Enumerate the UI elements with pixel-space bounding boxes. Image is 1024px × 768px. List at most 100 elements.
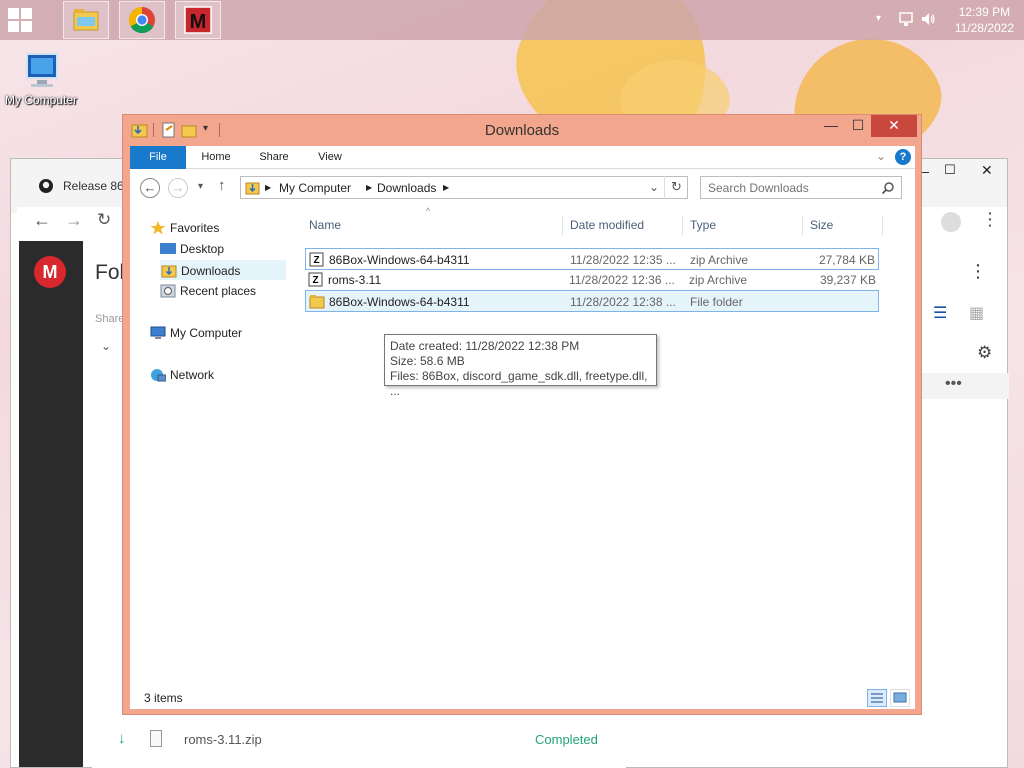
file-row[interactable]: Z roms-3.11 11/28/2022 12:36 ... zip Arc… (305, 269, 879, 291)
tab-file[interactable]: File (130, 146, 186, 169)
list-view-icon[interactable]: ☰ (933, 303, 947, 323)
recent-locations-icon[interactable]: ▾ (198, 181, 203, 192)
help-icon[interactable]: ? (895, 149, 911, 165)
breadcrumb-my-computer[interactable]: My Computer (279, 181, 351, 195)
close-button[interactable]: ✕ (871, 115, 917, 137)
file-date: 11/28/2022 12:38 ... (570, 295, 676, 309)
file-name: 86Box-Windows-64-b4311 (329, 253, 470, 267)
app-taskbar-button[interactable]: M (175, 1, 221, 39)
nav-favorites-label: Favorites (170, 221, 220, 235)
network-icon[interactable] (898, 11, 914, 27)
explorer-window[interactable]: ▾ Downloads — ☐ ✕ File Home Share View ⌄… (122, 114, 922, 715)
back-arrow-icon[interactable]: ← (33, 210, 51, 231)
navigation-pane: Favorites Desktop Downloads Recent place… (130, 208, 290, 678)
column-size[interactable]: Size (810, 218, 833, 232)
nav-downloads[interactable]: Downloads (160, 260, 286, 280)
chevron-up-icon[interactable]: ▾ (876, 13, 881, 24)
breadcrumb-downloads[interactable]: Downloads (377, 181, 436, 195)
forward-button[interactable]: → (168, 178, 188, 198)
page-menu-icon[interactable]: ⋮ (969, 261, 987, 282)
breadcrumb-separator[interactable]: ▶ (265, 183, 271, 192)
details-view-button[interactable] (867, 689, 887, 707)
tooltip-files: Files: 86Box, discord_game_sdk.dll, free… (390, 369, 648, 398)
file-name: roms-3.11 (328, 273, 382, 287)
large-icons-view-button[interactable] (890, 689, 910, 707)
nav-downloads-label: Downloads (181, 264, 241, 278)
nav-desktop[interactable]: Desktop (160, 239, 286, 259)
back-button[interactable]: ← (140, 178, 160, 198)
explorer-client-area: File Home Share View ⌄ ? ← → ▾ ↑ ▶ My Co… (130, 146, 915, 709)
nav-network[interactable]: Network (150, 365, 290, 385)
more-options-icon[interactable]: ••• (945, 375, 962, 393)
tab-home[interactable]: Home (196, 146, 236, 169)
file-type: File folder (690, 295, 743, 309)
reload-icon[interactable]: ↻ (97, 210, 111, 230)
file-row[interactable]: 86Box-Windows-64-b4311 11/28/2022 12:38 … (305, 290, 879, 312)
zip-file-icon (150, 730, 162, 747)
file-type: zip Archive (689, 273, 748, 287)
clock[interactable]: 12:39 PM 11/28/2022 (955, 4, 1014, 36)
chevron-down-icon[interactable]: ⌄ (101, 339, 111, 353)
column-date-modified[interactable]: Date modified (570, 218, 644, 232)
explorer-title: Downloads (484, 122, 560, 139)
chrome-taskbar-button[interactable] (119, 1, 165, 39)
breadcrumb-separator[interactable]: ▶ (443, 183, 449, 192)
address-bar[interactable]: ▶ My Computer ▶ Downloads ▶ ⌄ (240, 176, 688, 199)
profile-avatar-icon[interactable] (941, 212, 961, 232)
file-list: ^ Name Date modified Type Size Z 86Box-W… (298, 206, 915, 678)
share-label: Share (95, 313, 125, 325)
mega-logo-icon[interactable]: M (34, 256, 66, 288)
nav-my-computer-label: My Computer (170, 326, 243, 340)
up-arrow-icon[interactable]: ↑ (218, 177, 226, 194)
sort-indicator-icon: ^ (426, 206, 431, 216)
nav-network-label: Network (170, 368, 215, 382)
svg-text:Z: Z (312, 275, 318, 286)
desktop-icon-my-computer[interactable]: My Computer (2, 50, 80, 107)
address-dropdown-icon[interactable]: ⌄ (649, 180, 659, 194)
search-box[interactable] (700, 176, 902, 199)
desktop-icon-label: My Computer (4, 93, 78, 107)
column-separator[interactable] (802, 216, 803, 236)
file-size: 27,784 KB (818, 253, 875, 267)
browser-menu-icon[interactable]: ⋮ (981, 209, 999, 230)
column-separator[interactable] (682, 216, 683, 236)
file-row[interactable]: Z 86Box-Windows-64-b4311 11/28/2022 12:3… (305, 248, 879, 270)
nav-my-computer[interactable]: My Computer (150, 323, 290, 343)
column-name[interactable]: Name (309, 218, 341, 232)
column-separator[interactable] (562, 216, 563, 236)
file-date: 11/28/2022 12:36 ... (569, 273, 675, 287)
folder-icon (309, 295, 325, 309)
volume-icon[interactable] (920, 11, 936, 27)
start-button[interactable] (8, 8, 32, 32)
minimize-button[interactable]: — (816, 115, 846, 137)
svg-text:Z: Z (313, 255, 319, 266)
mega-sidebar: M (19, 241, 83, 767)
search-input[interactable] (701, 177, 873, 198)
browser-close-button[interactable]: ✕ (981, 162, 993, 179)
page-heading: Fol (95, 261, 125, 284)
maximize-button[interactable]: ☐ (843, 115, 873, 137)
zip-archive-icon: Z (308, 272, 323, 287)
ribbon-expand-icon[interactable]: ⌄ (876, 149, 886, 163)
grid-view-icon[interactable]: ▦ (969, 303, 984, 323)
tab-view[interactable]: View (312, 146, 348, 169)
search-icon (881, 182, 894, 195)
downloads-icon (161, 265, 177, 278)
nav-recent-places[interactable]: Recent places (160, 281, 286, 301)
browser-maximize-button[interactable]: ☐ (944, 162, 956, 178)
nav-favorites[interactable]: Favorites (150, 218, 290, 238)
forward-arrow-icon[interactable]: → (65, 210, 83, 231)
refresh-button[interactable]: ↻ (664, 176, 688, 199)
explorer-titlebar[interactable]: ▾ Downloads — ☐ ✕ (123, 115, 921, 145)
address-row: ← → ▾ ↑ ▶ My Computer ▶ Downloads ▶ ⌄ ↻ (130, 170, 915, 206)
breadcrumb-separator[interactable]: ▶ (366, 183, 372, 192)
tab-share[interactable]: Share (254, 146, 294, 169)
download-item[interactable]: ↓ roms-3.11.zip Completed (92, 716, 626, 768)
folder-tooltip: Date created: 11/28/2022 12:38 PM Size: … (384, 334, 657, 398)
nav-recent-label: Recent places (180, 284, 257, 298)
file-name: 86Box-Windows-64-b4311 (329, 295, 470, 309)
file-explorer-taskbar-button[interactable] (63, 1, 109, 39)
settings-gear-icon[interactable]: ⚙ (977, 343, 992, 363)
column-type[interactable]: Type (690, 218, 716, 232)
column-separator[interactable] (882, 216, 883, 236)
